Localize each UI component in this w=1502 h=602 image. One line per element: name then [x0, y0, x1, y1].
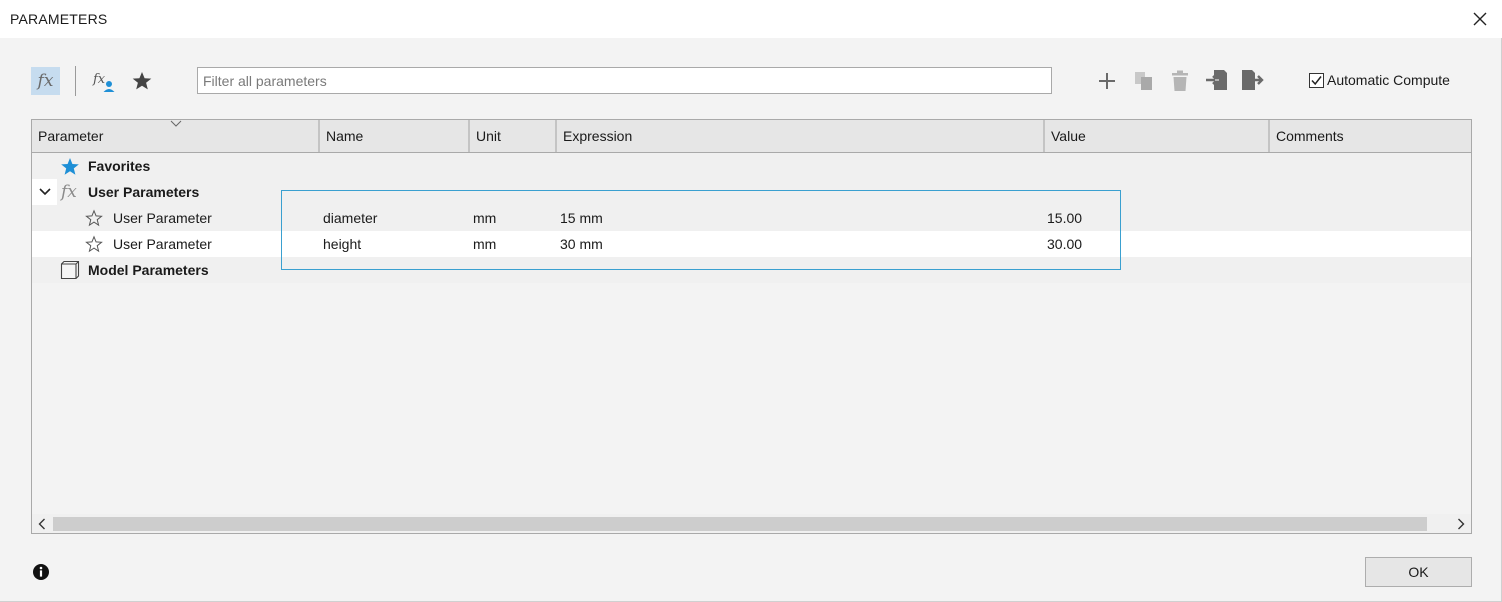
user-parameters-filter-icon: fx [92, 72, 115, 92]
star-outline-icon[interactable] [85, 209, 103, 227]
scrollbar-thumb[interactable] [53, 517, 1427, 531]
column-header-name[interactable]: Name [320, 120, 470, 152]
table-row[interactable]: User Parameter height mm 30 mm 30.00 [32, 231, 1471, 257]
model-parameters-group-row[interactable]: Model Parameters [32, 257, 1471, 283]
value-cell: 30.00 [1047, 236, 1083, 252]
svg-text:fx: fx [92, 72, 106, 87]
favorites-filter-icon [132, 72, 152, 90]
title-bar: PARAMETERS [0, 0, 1502, 38]
horizontal-scrollbar[interactable] [32, 514, 1471, 533]
model-parameters-group-label: Model Parameters [88, 262, 209, 278]
info-button[interactable] [32, 563, 50, 581]
value-cell: 15.00 [1047, 210, 1083, 226]
automatic-compute-label: Automatic Compute [1327, 72, 1450, 88]
delete-parameter-button[interactable] [1168, 68, 1192, 94]
name-cell[interactable]: diameter [323, 205, 377, 231]
favorites-group-row[interactable]: Favorites [32, 153, 1471, 179]
import-parameters-button[interactable] [1203, 67, 1229, 93]
ok-button[interactable]: OK [1365, 557, 1472, 587]
scroll-right-button[interactable] [1451, 514, 1471, 533]
favorites-filter-button[interactable] [129, 68, 155, 94]
export-icon [1242, 70, 1264, 90]
column-header-parameter[interactable]: Parameter [32, 120, 320, 152]
checkmark-icon [1311, 75, 1322, 85]
column-header-comments[interactable]: Comments [1270, 120, 1471, 152]
model-box-icon [60, 260, 80, 280]
column-header-expression[interactable]: Expression [557, 120, 1045, 152]
copy-icon [1135, 72, 1152, 90]
name-cell[interactable]: height [323, 231, 361, 257]
add-parameter-button[interactable] [1095, 68, 1119, 94]
user-parameters-group-label: User Parameters [88, 184, 200, 200]
copy-parameter-button[interactable] [1131, 68, 1157, 94]
star-outline-icon[interactable] [85, 235, 103, 253]
sort-caret-icon [170, 120, 182, 127]
unit-cell[interactable]: mm [473, 205, 496, 231]
close-icon [1473, 12, 1487, 26]
automatic-compute-checkbox[interactable] [1309, 72, 1324, 88]
parameter-type-cell: User Parameter [113, 210, 212, 226]
parameter-type-cell: User Parameter [113, 236, 212, 252]
expression-cell[interactable]: 15 mm [560, 205, 603, 231]
user-parameters-group-row[interactable]: fx User Parameters [32, 179, 1471, 205]
close-button[interactable] [1468, 8, 1492, 30]
info-icon [33, 564, 49, 580]
expression-cell[interactable]: 30 mm [560, 231, 603, 257]
user-parameters-filter-button[interactable]: fx [91, 68, 117, 94]
parameters-dialog: PARAMETERS fx fx Filter all parameters A… [0, 0, 1502, 602]
delete-icon [1172, 70, 1188, 91]
import-icon [1206, 70, 1227, 90]
unit-cell[interactable]: mm [473, 231, 496, 257]
parameters-table: Parameter Name Unit Expression Value Com… [31, 119, 1472, 534]
fx-group-icon: fx [61, 182, 77, 202]
automatic-compute-toggle[interactable]: Automatic Compute [1309, 72, 1450, 88]
chevron-right-icon [1458, 518, 1465, 530]
column-header-value[interactable]: Value [1045, 120, 1270, 152]
table-row[interactable]: User Parameter diameter mm 15 mm 15.00 [32, 205, 1471, 231]
chevron-left-icon [38, 518, 45, 530]
favorites-group-label: Favorites [88, 158, 151, 174]
dialog-title: PARAMETERS [10, 11, 108, 27]
table-header: Parameter Name Unit Expression Value Com… [32, 120, 1471, 153]
column-header-unit[interactable]: Unit [470, 120, 557, 152]
chevron-down-icon [39, 188, 51, 196]
all-parameters-button[interactable]: fx [31, 67, 60, 95]
expand-toggle[interactable] [32, 179, 57, 205]
scroll-left-button[interactable] [32, 514, 52, 533]
export-parameters-button[interactable] [1239, 67, 1265, 93]
add-icon [1099, 73, 1115, 89]
star-filled-icon [61, 158, 79, 175]
fx-icon: fx [37, 71, 54, 91]
toolbar-separator [75, 66, 76, 96]
filter-parameters-input[interactable] [197, 67, 1052, 94]
